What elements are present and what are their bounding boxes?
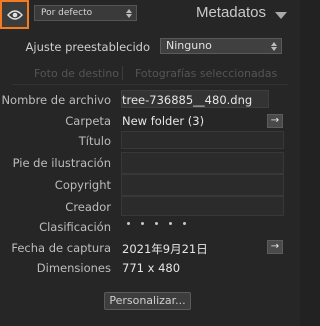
metadata-panel: Por defecto Metadatos Ajuste preestablec… xyxy=(0,0,300,326)
metadata-set-select[interactable]: Por defecto xyxy=(34,5,137,21)
capture-date-arrow-icon[interactable]: → xyxy=(267,240,283,254)
folder-value: New folder (3) xyxy=(122,114,205,128)
rating-dot-icon[interactable] xyxy=(127,222,130,225)
select-arrows-icon xyxy=(270,40,278,52)
folder-label: Carpeta xyxy=(65,114,111,128)
creator-field[interactable] xyxy=(121,196,284,216)
dimensions-label: Dimensiones xyxy=(36,261,111,275)
tab-target-photo[interactable]: Foto de destino xyxy=(34,67,119,80)
copyright-label: Copyright xyxy=(54,178,111,192)
rating-dot-icon[interactable] xyxy=(141,222,144,225)
preset-value: Ninguno xyxy=(166,39,212,52)
caption-field[interactable] xyxy=(121,152,284,174)
visibility-toggle[interactable] xyxy=(0,0,29,29)
collapse-triangle-icon[interactable] xyxy=(275,12,287,19)
capture-date-value: 2021年9月21日 xyxy=(122,242,208,256)
target-tabs: Foto de destino Fotografías seleccionada… xyxy=(0,66,300,82)
rating-dot-icon[interactable] xyxy=(169,222,172,225)
dimensions-value: 771 x 480 xyxy=(122,261,181,275)
select-arrows-icon xyxy=(125,7,133,19)
rating-label: Clasificación xyxy=(39,220,111,234)
metadata-set-value: Por defecto xyxy=(41,8,93,18)
rating-dot-icon[interactable] xyxy=(155,222,158,225)
title-label: Título xyxy=(78,134,111,148)
title-field[interactable] xyxy=(121,131,284,149)
filename-label: Nombre de archivo xyxy=(1,93,111,107)
preset-label: Ajuste preestablecido xyxy=(25,40,150,54)
capture-date-label: Fecha de captura xyxy=(11,241,111,255)
rating-dot-icon[interactable] xyxy=(183,222,186,225)
tab-separator xyxy=(122,66,123,80)
filename-value: tree-736885__480.dng xyxy=(122,93,253,107)
rating-stars[interactable] xyxy=(127,222,186,225)
eye-icon xyxy=(2,2,27,27)
customize-button[interactable]: Personalizar... xyxy=(104,292,191,310)
divider xyxy=(12,84,288,85)
caption-label: Pie de ilustración xyxy=(12,156,111,170)
preset-select[interactable]: Ninguno xyxy=(160,38,282,54)
panel-title[interactable]: Metadatos xyxy=(196,4,266,21)
tab-selected-photos[interactable]: Fotografías seleccionadas xyxy=(135,67,277,80)
creator-label: Creador xyxy=(65,200,111,214)
go-to-folder-arrow-icon[interactable]: → xyxy=(267,114,283,128)
copyright-field[interactable] xyxy=(121,174,284,196)
